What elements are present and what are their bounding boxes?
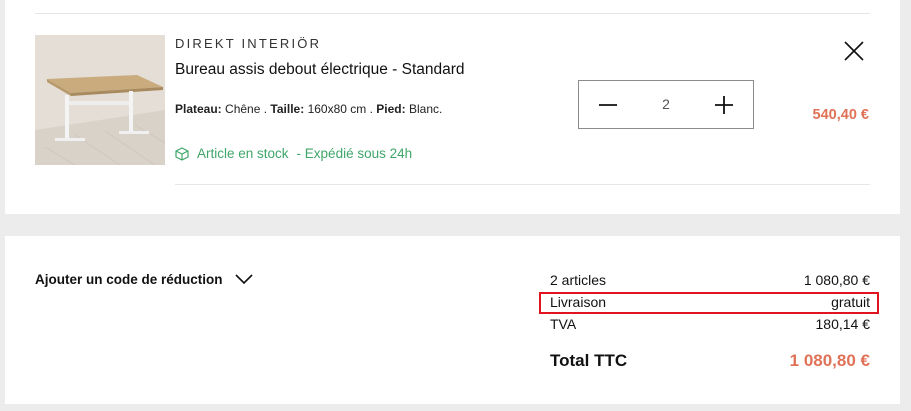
item-price: 540,40 €: [812, 107, 869, 123]
product-brand: DIREKT INTERIÖR: [175, 36, 322, 51]
summary-row-articles: 2 articles 1 080,80 €: [550, 272, 870, 288]
order-summary-card: Ajouter un code de réduction 2 articles …: [5, 236, 900, 404]
articles-label: 2 articles: [550, 272, 607, 288]
divider: [35, 13, 870, 14]
desk-photo: [35, 35, 165, 165]
tax-label: TVA: [550, 316, 577, 332]
stock-label: Article en stock: [197, 146, 289, 161]
attr-value-plateau: Chêne: [225, 102, 261, 116]
stock-status: Article en stock - Expédié sous 24h: [175, 146, 412, 161]
quantity-stepper[interactable]: 2: [578, 80, 754, 129]
product-attributes: Plateau: Chêne . Taille: 160x80 cm . Pie…: [175, 102, 442, 116]
attr-value-taille: 160x80 cm: [307, 102, 367, 116]
box-icon: [175, 146, 189, 161]
tax-value: 180,14 €: [815, 316, 871, 332]
cart-item-card: DIREKT INTERIÖR Bureau assis debout élec…: [5, 0, 900, 214]
attr-separator: .: [260, 102, 271, 116]
attr-separator: .: [366, 102, 377, 116]
attr-label-plateau: Plateau:: [175, 102, 222, 116]
attr-label-pied: Pied:: [376, 102, 406, 116]
plus-icon[interactable]: [712, 93, 736, 117]
summary-row-total: Total TTC 1 080,80 €: [550, 351, 870, 371]
summary-row-tax: TVA 180,14 €: [550, 316, 870, 332]
articles-value: 1 080,80 €: [803, 272, 870, 288]
total-value: 1 080,80 €: [789, 351, 870, 370]
close-icon[interactable]: [843, 40, 865, 62]
divider: [175, 184, 870, 185]
total-label: Total TTC: [550, 351, 628, 370]
delivery-highlight-box: [539, 292, 879, 314]
promo-code-toggle[interactable]: Ajouter un code de réduction: [35, 272, 253, 287]
attr-label-taille: Taille:: [270, 102, 305, 116]
chevron-down-icon: [234, 274, 253, 285]
product-title[interactable]: Bureau assis debout électrique - Standar…: [175, 61, 465, 79]
attr-value-pied: Blanc.: [408, 102, 443, 116]
product-image[interactable]: [35, 35, 165, 165]
shipping-note: - Expédié sous 24h: [296, 146, 413, 161]
promo-code-label: Ajouter un code de réduction: [35, 272, 223, 287]
